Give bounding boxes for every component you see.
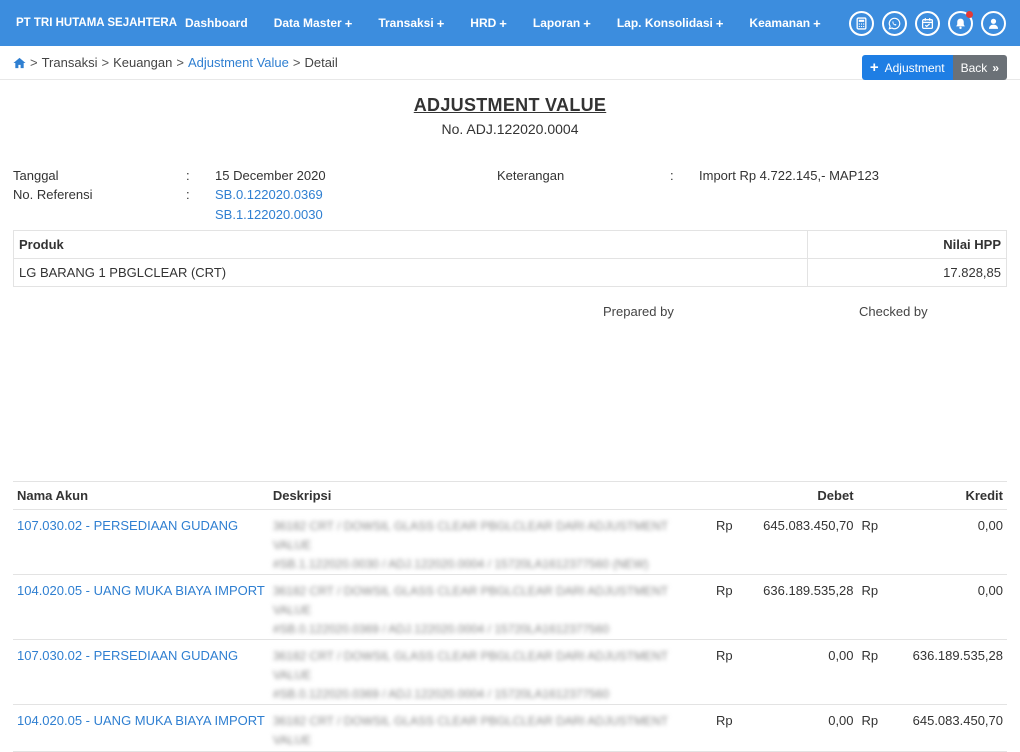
plus-icon: + [499,15,507,31]
add-adjustment-button[interactable]: + Adjustment [861,55,953,80]
kredit-value: 0,00 [887,574,1007,640]
nav-transaksi[interactable]: Transaksi + [365,0,457,46]
breadcrumb-keuangan: Keuangan [113,55,173,70]
kredit-value: 0,00 [887,509,1007,575]
description: 36182 CRT / DOWSIL GLASS CLEAR PBGLCLEAR… [272,714,668,747]
kredit-value: 636.189.535,28 [887,639,1007,705]
nav-data-master[interactable]: Data Master + [261,0,366,46]
col-header-kredit: Kredit [887,481,1007,510]
currency-label: Rp [712,509,742,575]
account-link[interactable]: 107.030.02 - PERSEDIAAN GUDANG [17,518,238,533]
table-row: 107.030.02 - PERSEDIAAN GUDANG 36182 CRT… [13,509,1007,575]
plus-icon: + [436,15,445,31]
nav-hrd[interactable]: HRD + [457,0,520,46]
product-table: Produk Nilai HPP LG BARANG 1 PBGLCLEAR (… [13,230,1007,287]
table-row: 104.020.05 - UANG MUKA BIAYA IMPORT 3618… [13,574,1007,640]
col-header-produk: Produk [13,230,808,259]
cell-nilai-hpp: 17.828,85 [807,258,1007,287]
calendar-icon[interactable] [915,11,940,36]
col-header-nama-akun: Nama Akun [13,481,269,510]
back-button[interactable]: Back » [952,55,1007,80]
account-link[interactable]: 107.030.02 - PERSEDIAAN GUDANG [17,648,238,663]
tanggal-label: Tanggal [13,168,59,183]
table-row: 107.030.02 - PERSEDIAAN GUDANG 36182 CRT… [13,639,1007,705]
referensi-link-1[interactable]: SB.0.122020.0369 [215,187,323,202]
nav-laporan[interactable]: Laporan + [520,0,604,46]
debet-value: 636.189.535,28 [741,574,858,640]
breadcrumb-separator: > [30,55,38,70]
currency-label: Rp [712,704,742,752]
debet-value: 0,00 [741,704,858,752]
keterangan-value: Import Rp 4.722.145,- MAP123 [699,168,879,183]
currency-label: Rp [857,509,888,575]
nav-icon-group [849,11,1006,36]
col-header-debet: Debet [741,481,858,510]
currency-label: Rp [712,639,742,705]
breadcrumb-detail: Detail [304,55,338,70]
breadcrumb-adjustment-value[interactable]: Adjustment Value [188,55,289,70]
double-chevron-right-icon: » [992,60,999,75]
breadcrumb-transaksi: Transaksi [41,55,98,70]
breadcrumb-separator: > [292,55,301,70]
account-link[interactable]: 104.020.05 - UANG MUKA BIAYA IMPORT [17,713,265,728]
breadcrumb: > Transaksi > Keuangan > Adjustment Valu… [0,46,1020,80]
description: 36182 CRT / DOWSIL GLASS CLEAR PBGLCLEAR… [272,649,668,701]
keterangan-label: Keterangan [497,168,565,183]
action-buttons: + Adjustment Back » [861,55,1007,80]
breadcrumb-separator: > [101,55,110,70]
plus-icon: + [813,15,821,31]
cell-produk: LG BARANG 1 PBGLCLEAR (CRT) [13,258,808,287]
currency-label: Rp [857,574,888,640]
table-header-row: Nama Akun Deskripsi Debet Kredit [13,481,1007,510]
colon: : [186,168,190,183]
currency-label: Rp [712,574,742,640]
document-number: No. ADJ.122020.0004 [441,121,579,137]
description: 36182 CRT / DOWSIL GLASS CLEAR PBGLCLEAR… [272,519,668,571]
brand-name[interactable]: PT TRI HUTAMA SEJAHTERA [0,17,177,29]
checked-by-label: Checked by [859,304,928,319]
plus-icon: + [583,15,591,31]
plus-icon: + [715,15,724,31]
nav-dashboard[interactable]: Dashboard [172,0,261,46]
referensi-link-2[interactable]: SB.1.122020.0030 [215,207,323,222]
referensi-label: No. Referensi [13,187,93,202]
main-menu: Dashboard Data Master + Transaksi + HRD + L… [172,0,834,46]
nav-keamanan[interactable]: Keamanan + [736,0,833,46]
colon: : [670,168,674,183]
home-icon[interactable] [13,57,26,69]
page-title: ADJUSTMENT VALUE [413,95,607,115]
breadcrumb-separator: > [176,55,184,70]
currency-label: Rp [857,704,888,752]
tanggal-value: 15 December 2020 [215,168,326,183]
whatsapp-icon[interactable] [882,11,907,36]
table-row: 104.020.05 - UANG MUKA BIAYA IMPORT 3618… [13,704,1007,752]
col-header-deskripsi: Deskripsi [268,481,713,510]
nav-lap-konsolidasi[interactable]: Lap. Konsolidasi + [604,0,737,46]
description: 36182 CRT / DOWSIL GLASS CLEAR PBGLCLEAR… [272,584,668,636]
bell-icon[interactable] [948,11,973,36]
debet-value: 0,00 [741,639,858,705]
currency-label: Rp [857,639,888,705]
colon: : [186,187,190,202]
top-navbar: PT TRI HUTAMA SEJAHTERA Dashboard Data M… [0,0,1020,46]
kredit-value: 645.083.450,70 [887,704,1007,752]
debet-value: 645.083.450,70 [741,509,858,575]
calculator-icon[interactable] [849,11,874,36]
notification-dot [966,11,973,18]
plus-icon: + [869,59,879,76]
col-header-nilai-hpp: Nilai HPP [807,230,1007,259]
account-link[interactable]: 104.020.05 - UANG MUKA BIAYA IMPORT [17,583,265,598]
table-row: LG BARANG 1 PBGLCLEAR (CRT) 17.828,85 [13,258,1007,287]
plus-icon: + [344,15,353,31]
table-header-row: Produk Nilai HPP [13,230,1007,259]
user-icon[interactable] [981,11,1006,36]
journal-table: Nama Akun Deskripsi Debet Kredit 107.030… [13,481,1007,752]
prepared-by-label: Prepared by [603,304,674,319]
